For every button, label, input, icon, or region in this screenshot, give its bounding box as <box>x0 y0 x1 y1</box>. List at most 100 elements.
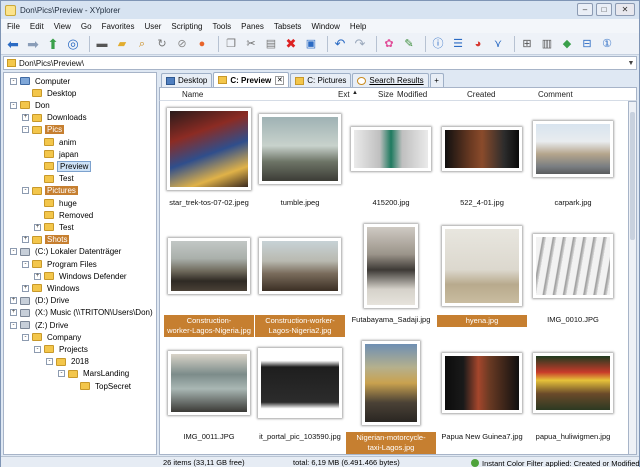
tab-c-pictures[interactable]: C: Pictures <box>290 73 352 87</box>
refresh-icon[interactable]: ↻ <box>154 36 170 52</box>
collapse-icon[interactable]: - <box>22 126 29 134</box>
thumbnail-item[interactable]: IMG_0011.JPG <box>164 338 254 454</box>
forward-icon[interactable]: ➡ <box>25 36 41 52</box>
tree-node[interactable]: Desktop <box>22 87 78 99</box>
maximize-button[interactable]: □ <box>596 3 612 16</box>
expand-icon[interactable]: + <box>34 272 41 280</box>
tree-node[interactable]: Test <box>34 173 76 185</box>
brush-icon[interactable]: ✎ <box>401 36 417 52</box>
collapse-icon[interactable]: - <box>46 358 53 366</box>
search-icon[interactable]: ⌕ <box>134 36 150 52</box>
menu-file[interactable]: File <box>7 22 20 31</box>
tree-node[interactable]: + Windows Defender <box>34 270 129 282</box>
tree-node[interactable]: huge <box>34 197 79 209</box>
thumbnail-item[interactable]: 415200.jpg <box>346 104 436 224</box>
thumbnail-item[interactable]: Nigerian-motorcycle-taxi-Lagos.jpg <box>346 338 436 454</box>
tab-desktop[interactable]: Desktop <box>161 73 213 87</box>
tree-node[interactable]: + Windows <box>22 282 81 294</box>
menu-scripting[interactable]: Scripting <box>171 22 202 31</box>
column-modified[interactable]: Modified <box>397 90 427 99</box>
rename-icon[interactable]: ▣ <box>303 36 319 52</box>
tree-node[interactable]: - MarsLanding <box>58 368 131 380</box>
info-icon[interactable]: ⓘ <box>430 36 446 52</box>
vertical-scrollbar[interactable] <box>629 101 637 455</box>
column-ext[interactable]: Ext <box>338 90 350 99</box>
tree-node[interactable]: + (D:) Drive <box>10 295 71 307</box>
collapse-icon[interactable]: - <box>10 321 17 329</box>
tree-node[interactable]: - Projects <box>34 343 90 355</box>
tree-node[interactable]: + Downloads <box>22 112 89 124</box>
tree-node[interactable]: + (X:) Music (\\TRITON\Users\Don) <box>10 307 155 319</box>
collapse-icon[interactable]: - <box>10 77 17 85</box>
filter-icon[interactable]: ⋎ <box>490 36 506 52</box>
column-comment[interactable]: Comment <box>538 90 573 99</box>
expand-icon[interactable]: + <box>10 297 17 305</box>
tree-node[interactable]: + Shots <box>22 234 70 246</box>
tree-node[interactable]: - Program Files <box>22 258 99 270</box>
collapse-icon[interactable]: - <box>58 370 65 378</box>
cut-icon[interactable]: ✂ <box>243 36 259 52</box>
column-name[interactable]: Name <box>182 90 203 99</box>
menu-view[interactable]: View <box>54 22 71 31</box>
delete-icon[interactable]: ✖ <box>283 36 299 52</box>
tab-c-preview[interactable]: C: Preview ✕ <box>213 72 290 87</box>
tab-search-results[interactable]: Search Results <box>352 73 429 87</box>
tree-node[interactable]: + Test <box>34 221 76 233</box>
chevron-down-icon[interactable]: ▼ <box>626 60 636 67</box>
thumbnail-item[interactable]: Construction-worker-Lagos-Nigeria.jpg <box>164 221 254 341</box>
tree-node[interactable]: - Company <box>22 331 83 343</box>
collapse-icon[interactable]: - <box>22 187 29 195</box>
split-icon[interactable]: ⊟ <box>579 36 595 52</box>
title-bar[interactable]: Don\Pics\Preview - XYplorer – □ ✕ <box>1 1 639 19</box>
close-icon[interactable]: ✕ <box>275 75 285 85</box>
column-created[interactable]: Created <box>467 90 495 99</box>
thumbnail-item[interactable]: it_portal_pic_103590.jpg <box>255 338 345 454</box>
expand-icon[interactable]: + <box>22 114 29 122</box>
tree-node[interactable]: anim <box>34 136 78 148</box>
menu-favorites[interactable]: Favorites <box>102 22 135 31</box>
redo-icon[interactable]: ↷ <box>352 36 368 52</box>
expand-icon[interactable]: + <box>10 309 17 317</box>
tree-node[interactable]: - (Z:) Drive <box>10 319 70 331</box>
tree-node[interactable]: - Don <box>10 99 52 111</box>
thumbnail-item[interactable]: Papua New Guinea7.jpg <box>437 338 527 454</box>
back-icon[interactable]: ⬅ <box>5 36 21 52</box>
menu-user[interactable]: User <box>144 22 161 31</box>
menu-go[interactable]: Go <box>81 22 92 31</box>
folder-tree[interactable]: - Computer Desktop - Don + Downloads - Pics anim j… <box>3 72 157 455</box>
tree-node[interactable]: - 2018 <box>46 356 91 368</box>
thumbnail-item[interactable]: 522_4-01.jpg <box>437 104 527 224</box>
tag-icon[interactable]: ◆ <box>559 36 575 52</box>
drive-icon[interactable]: ▬ <box>94 36 110 52</box>
menu-panes[interactable]: Panes <box>241 22 264 31</box>
list-icon[interactable]: ☰ <box>450 36 466 52</box>
collapse-icon[interactable]: - <box>22 333 29 341</box>
menu-help[interactable]: Help <box>350 22 366 31</box>
thumbnail-item[interactable]: Construction-worker- Lagos-Nigeria2.jpg <box>255 221 345 341</box>
thumbnail-item[interactable]: star_trek-tos-07-02.jpeg <box>164 104 254 224</box>
expand-icon[interactable]: + <box>22 284 29 292</box>
collapse-icon[interactable]: - <box>10 248 17 256</box>
tree-node[interactable]: - (C:) Lokaler Datenträger <box>10 246 123 258</box>
color-flower-icon[interactable]: ✿ <box>381 36 397 52</box>
paint-icon[interactable]: ● <box>194 36 210 52</box>
grid-icon[interactable]: ⊞ <box>519 36 535 52</box>
tree-node[interactable]: Removed <box>34 209 95 221</box>
close-button[interactable]: ✕ <box>615 3 635 16</box>
collapse-icon[interactable]: - <box>22 260 29 268</box>
tree-node[interactable]: TopSecret <box>70 380 133 392</box>
undo-icon[interactable]: ↶ <box>332 36 348 52</box>
tree-node[interactable]: - Pictures <box>22 185 78 197</box>
menu-tools[interactable]: Tools <box>212 22 231 31</box>
folder-icon[interactable]: ▰ <box>114 36 130 52</box>
menu-window[interactable]: Window <box>311 22 339 31</box>
paste-icon[interactable]: ▤ <box>263 36 279 52</box>
column-size[interactable]: Size <box>378 90 394 99</box>
address-bar[interactable]: Don\Pics\Preview\ ▼ <box>3 56 637 70</box>
thumbnail-item[interactable]: papua_huliwigmen.jpg <box>528 338 618 454</box>
new-tab-button[interactable]: + <box>429 73 444 87</box>
address-path[interactable]: Don\Pics\Preview\ <box>19 59 626 68</box>
one-icon[interactable]: ① <box>599 36 615 52</box>
collapse-icon[interactable]: - <box>34 345 41 353</box>
tree-node[interactable]: - Computer <box>10 75 72 87</box>
